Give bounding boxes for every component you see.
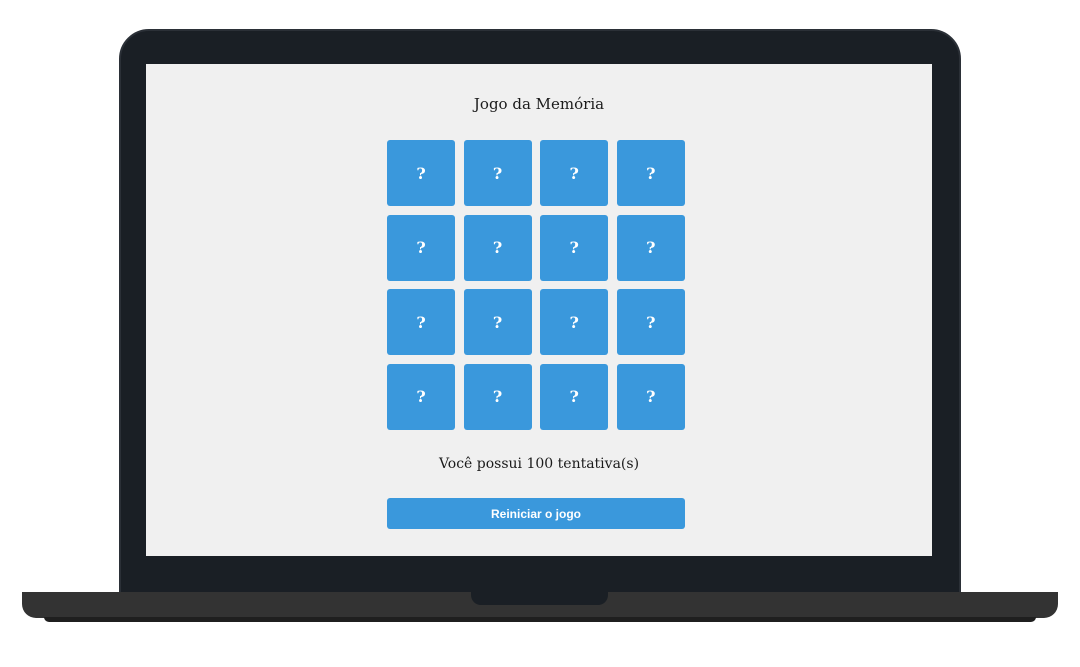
memory-card[interactable]: ? (463, 140, 532, 206)
memory-card[interactable]: ? (387, 363, 455, 430)
restart-button[interactable]: Reiniciar o jogo (387, 498, 685, 529)
memory-card[interactable]: ? (616, 363, 685, 430)
memory-card[interactable]: ? (616, 140, 685, 206)
memory-card[interactable]: ? (540, 214, 609, 281)
memory-card[interactable]: ? (616, 289, 685, 356)
page-title: Jogo da Memória (473, 95, 605, 113)
memory-card[interactable]: ? (616, 214, 685, 281)
laptop-hinge-notch (471, 592, 608, 605)
screen: Jogo da Memória ? ? ? ? ? ? ? ? ? ? ? ? … (146, 64, 932, 556)
memory-card[interactable]: ? (387, 140, 455, 206)
memory-card[interactable]: ? (463, 214, 532, 281)
memory-card[interactable]: ? (387, 214, 455, 281)
memory-card[interactable]: ? (463, 289, 532, 356)
memory-card[interactable]: ? (463, 363, 532, 430)
memory-card[interactable]: ? (540, 140, 609, 206)
memory-card[interactable]: ? (387, 289, 455, 356)
memory-card[interactable]: ? (540, 363, 609, 430)
attempts-counter: Você possui 100 tentativa(s) (438, 456, 640, 472)
laptop-base-shadow (44, 617, 1036, 622)
memory-card[interactable]: ? (540, 289, 609, 356)
card-board: ? ? ? ? ? ? ? ? ? ? ? ? ? ? ? ? (387, 140, 685, 430)
